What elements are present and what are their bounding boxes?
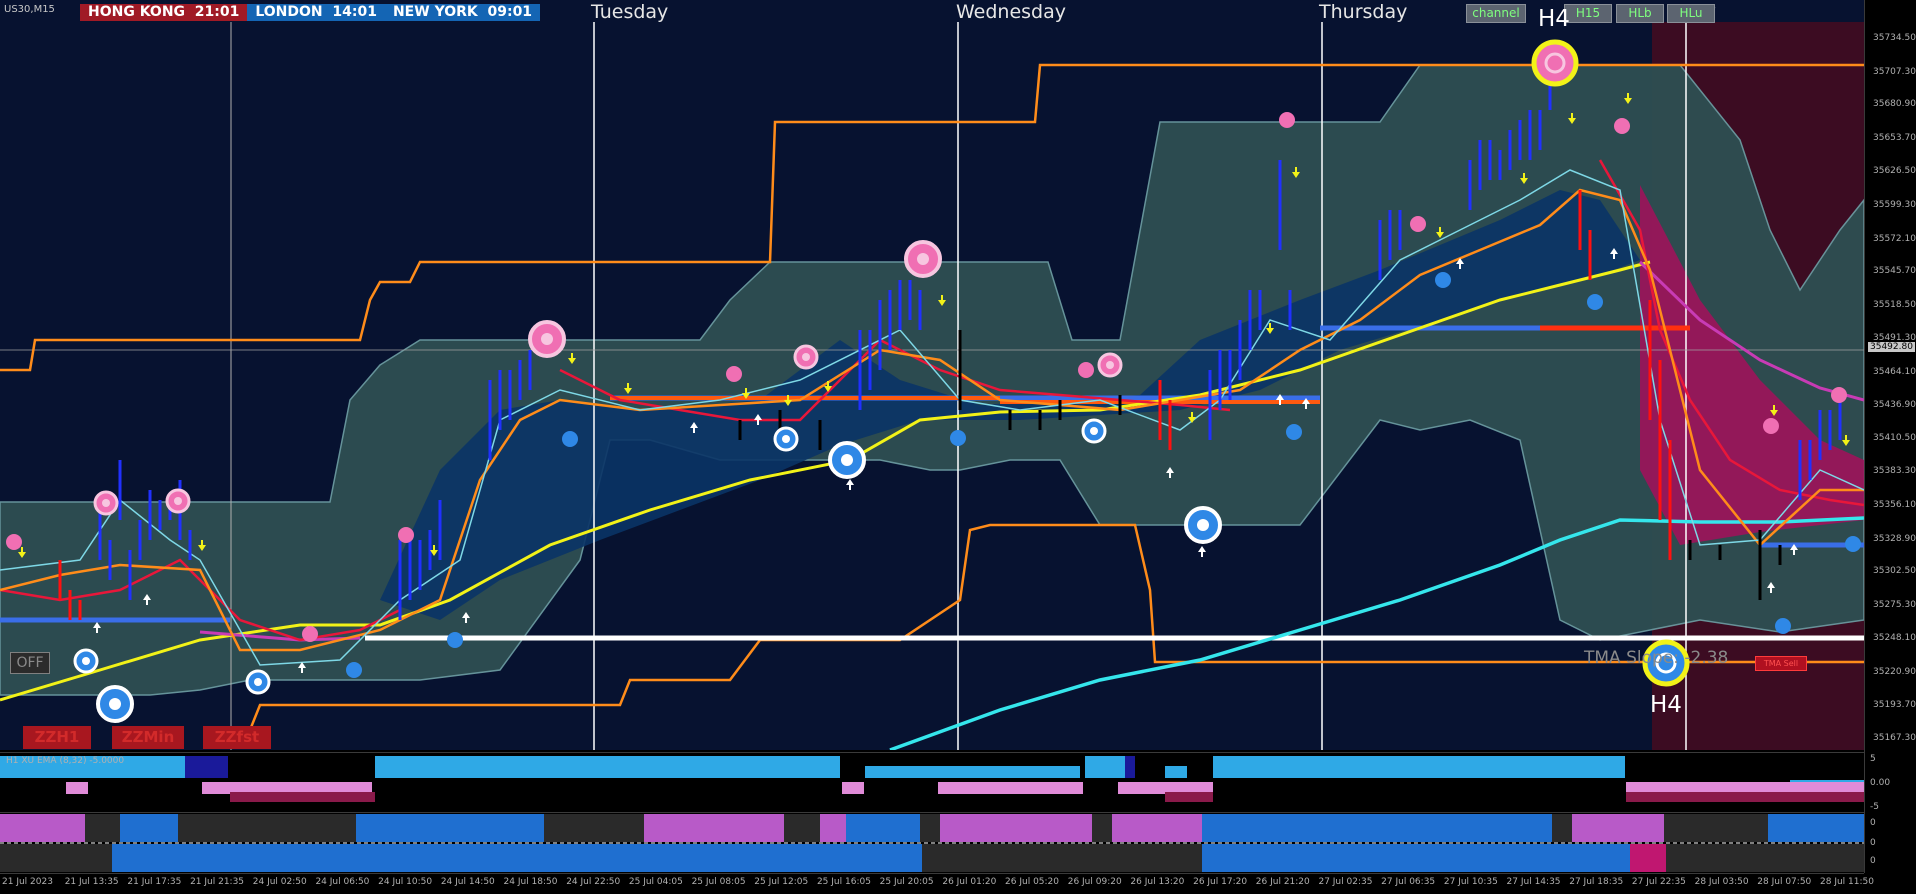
time-tick-label: 26 Jul 17:20 — [1193, 877, 1248, 887]
price-tick-label: 35410.50 — [1873, 432, 1916, 443]
time-tick-label: 27 Jul 22:35 — [1631, 877, 1686, 887]
price-tick-label: 35464.10 — [1873, 366, 1916, 377]
time-tick-label: 21 Jul 2023 — [2, 877, 53, 887]
indicator-label: H1 XU EMA (8,32) -5.0000 — [6, 756, 125, 766]
time-tick-label: 24 Jul 06:50 — [315, 877, 370, 887]
channel-button[interactable]: channel — [1466, 4, 1526, 23]
time-tick-label: 24 Jul 18:50 — [503, 877, 558, 887]
xu-ema-indicator-panel[interactable] — [0, 752, 1864, 812]
indicator2-scale-top: 0 — [1870, 818, 1876, 828]
time-tick-label: 21 Jul 13:35 — [64, 877, 119, 887]
price-tick-label: 35356.10 — [1873, 500, 1916, 511]
off-button[interactable]: OFF — [10, 652, 50, 674]
time-tick-label: 27 Jul 02:35 — [1318, 877, 1373, 887]
price-tick-label: 35572.10 — [1873, 233, 1916, 244]
time-axis[interactable]: 21 Jul 2023 21 Jul 13:35 21 Jul 17:35 21 Ju… — [0, 873, 1874, 894]
price-tick-label: 35275.30 — [1873, 599, 1916, 610]
time-tick-label: 26 Jul 01:20 — [942, 877, 997, 887]
day-label-tuesday: Tuesday — [591, 1, 669, 23]
tma-slope-label: TMA Slope: -2.38 — [1584, 648, 1729, 668]
price-tick-label: 35653.70 — [1873, 132, 1916, 143]
price-tick-label: 35599.30 — [1873, 199, 1916, 210]
zzfst-button[interactable]: ZZfst — [203, 726, 271, 749]
clock-london: LONDON 14:01 — [247, 4, 385, 21]
h4-low-label: H4 — [1650, 692, 1682, 718]
time-tick-label: 25 Jul 12:05 — [754, 877, 809, 887]
tma-signal-badge: TMA Sell — [1755, 656, 1807, 671]
indicator-scale-mid: 0.00 — [1870, 778, 1891, 788]
h4-high-label: H4 — [1538, 6, 1570, 32]
time-tick-label: 26 Jul 21:20 — [1255, 877, 1310, 887]
hlu-button[interactable]: HLu — [1667, 4, 1715, 23]
price-tick-label: 35545.70 — [1873, 266, 1916, 277]
price-tick-label: 35680.90 — [1873, 99, 1916, 110]
indicator2-scale-mid: 0 — [1870, 838, 1876, 848]
time-tick-label: 24 Jul 14:50 — [440, 877, 495, 887]
price-tick-label: 35193.70 — [1873, 700, 1916, 711]
time-tick-label: 25 Jul 16:05 — [816, 877, 871, 887]
time-tick-label: 25 Jul 08:05 — [691, 877, 746, 887]
indicator-scale-max: 5 — [1870, 754, 1876, 764]
h15-button[interactable]: H15 — [1564, 4, 1612, 23]
trading-platform-window: US30,M15 HONG KONG 21:01 LONDON 14:01 NE… — [0, 0, 1916, 894]
time-tick-label: 27 Jul 18:35 — [1569, 877, 1624, 887]
price-tick-label: 35383.30 — [1873, 466, 1916, 477]
day-label-thursday: Thursday — [1319, 1, 1408, 23]
indicator-scale-min: -5 — [1870, 802, 1879, 812]
day-label-wednesday: Wednesday — [956, 1, 1067, 23]
time-tick-label: 21 Jul 17:35 — [127, 877, 182, 887]
price-tick-label: 35220.90 — [1873, 666, 1916, 677]
time-tick-label: 24 Jul 02:50 — [252, 877, 307, 887]
price-chart[interactable] — [0, 0, 1864, 750]
price-tick-label: 35626.50 — [1873, 166, 1916, 177]
time-tick-label: 26 Jul 13:20 — [1130, 877, 1185, 887]
clock-hong-kong: HONG KONG 21:01 — [80, 4, 248, 21]
time-tick-label: 28 Jul 07:50 — [1757, 877, 1812, 887]
price-tick-label: 35707.30 — [1873, 66, 1916, 77]
trend-bar-indicator-panel[interactable] — [0, 812, 1864, 873]
indicator2-scale-bottom: 0 — [1870, 856, 1876, 866]
zzmin-button[interactable]: ZZMin — [112, 726, 184, 749]
chart-symbol: US30,M15 — [4, 4, 55, 15]
hlb-button[interactable]: HLb — [1616, 4, 1664, 23]
time-tick-label: 28 Jul 11:50 — [1820, 877, 1874, 887]
zzh1-button[interactable]: ZZH1 — [23, 726, 91, 749]
price-axis[interactable]: 35734.50 35707.30 35680.90 35653.70 35626.50… — [1864, 0, 1916, 873]
price-tick-label: 35302.50 — [1873, 566, 1916, 577]
time-tick-label: 26 Jul 09:20 — [1067, 877, 1122, 887]
price-tick-label: 35167.30 — [1873, 732, 1916, 743]
time-tick-label: 25 Jul 20:05 — [879, 877, 934, 887]
time-tick-label: 27 Jul 06:35 — [1381, 877, 1436, 887]
time-tick-label: 24 Jul 10:50 — [378, 877, 433, 887]
time-tick-label: 26 Jul 05:20 — [1005, 877, 1060, 887]
clock-new-york: NEW YORK 09:01 — [384, 4, 541, 21]
time-tick-label: 28 Jul 03:50 — [1694, 877, 1749, 887]
time-tick-label: 25 Jul 04:05 — [628, 877, 683, 887]
price-tick-label: 35328.90 — [1873, 533, 1916, 544]
time-tick-label: 27 Jul 10:35 — [1443, 877, 1498, 887]
price-tick-label: 35734.50 — [1873, 33, 1916, 44]
price-tick-label: 35248.10 — [1873, 633, 1916, 644]
time-tick-label: 27 Jul 14:35 — [1506, 877, 1561, 887]
price-tick-label: 35436.90 — [1873, 400, 1916, 411]
session-clocks: HONG KONG 21:01 LONDON 14:01 NEW YORK 09… — [80, 4, 541, 21]
price-tick-label: 35518.50 — [1873, 299, 1916, 310]
time-tick-label: 24 Jul 22:50 — [566, 877, 621, 887]
current-price-marker: 35492.80 — [1868, 342, 1915, 352]
time-tick-label: 21 Jul 21:35 — [190, 877, 245, 887]
